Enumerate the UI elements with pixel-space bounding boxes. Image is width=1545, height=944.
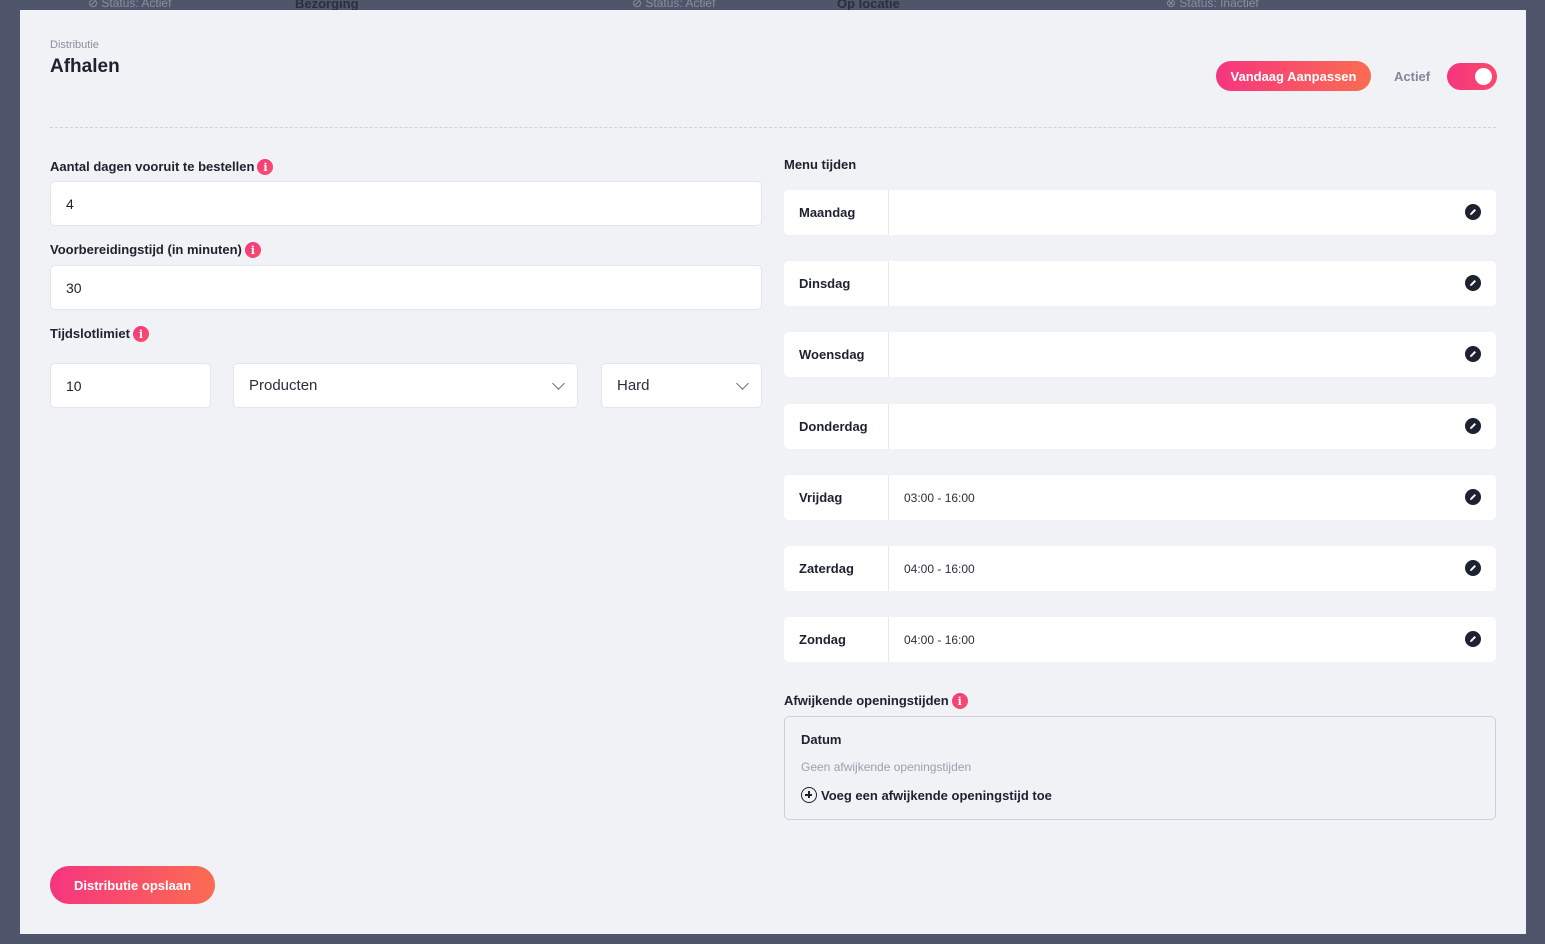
chevron-down-icon (736, 377, 749, 390)
day-name: Dinsdag (799, 276, 851, 291)
prep-time-label: Voorbereidingstijd (in minuten) i (50, 240, 261, 258)
day-separator (888, 546, 889, 591)
pencil-edit-icon[interactable] (1465, 489, 1481, 505)
pencil-edit-icon[interactable] (1465, 346, 1481, 362)
save-distribution-button[interactable]: Distributie opslaan (50, 866, 215, 904)
day-row-woensdag: Woensdag (784, 332, 1496, 377)
pencil-edit-icon[interactable] (1465, 204, 1481, 220)
chevron-down-icon (552, 377, 565, 390)
day-name: Vrijdag (799, 490, 843, 505)
bg-status-1: ⊘ Status: Actief (88, 0, 172, 10)
day-separator (888, 261, 889, 306)
pencil-edit-icon[interactable] (1465, 631, 1481, 647)
exceptions-title: Afwijkende openingstijden i (784, 691, 968, 709)
bg-title-op-locatie: Op locatie (837, 0, 900, 10)
day-separator (888, 475, 889, 520)
bg-title-bezorging: Bezorging (295, 0, 359, 10)
days-ahead-label-text: Aantal dagen vooruit te bestellen (50, 158, 255, 174)
pencil-edit-icon[interactable] (1465, 418, 1481, 434)
exceptions-empty-text: Geen afwijkende openingstijden (801, 760, 972, 774)
day-row-maandag: Maandag (784, 190, 1496, 235)
timeslot-limit-input[interactable]: 10 (50, 363, 211, 408)
day-name: Maandag (799, 205, 856, 220)
info-icon[interactable]: i (257, 159, 274, 175)
info-icon[interactable]: i (132, 326, 149, 342)
day-separator (888, 332, 889, 377)
distribution-panel: Distributie Afhalen Vandaag Aanpassen Ac… (20, 10, 1526, 934)
day-time: 04:00 - 16:00 (904, 633, 975, 647)
day-row-dinsdag: Dinsdag (784, 261, 1496, 306)
breadcrumb: Distributie (50, 39, 99, 51)
header-divider (50, 127, 1496, 128)
day-separator (888, 404, 889, 449)
timeslot-mode-select[interactable]: Hard (601, 363, 762, 408)
plus-circle-icon (801, 787, 817, 803)
timeslot-limit-label-text: Tijdslotlimiet (50, 325, 130, 341)
day-row-zondag: Zondag 04:00 - 16:00 (784, 617, 1496, 662)
exceptions-title-text: Afwijkende openingstijden (784, 692, 949, 708)
prep-time-label-text: Voorbereidingstijd (in minuten) (50, 241, 242, 257)
page-title: Afhalen (50, 56, 120, 77)
add-exception-button[interactable]: Voeg een afwijkende openingstijd toe (801, 787, 1052, 803)
menu-times-title: Menu tijden (784, 157, 857, 172)
today-adjust-button[interactable]: Vandaag Aanpassen (1216, 61, 1371, 91)
day-name: Woensdag (799, 347, 865, 362)
timeslot-unit-select[interactable]: Producten (233, 363, 578, 408)
day-time: 03:00 - 16:00 (904, 491, 975, 505)
exceptions-column-header: Datum (801, 732, 842, 747)
exceptions-box: Datum Geen afwijkende openingstijden Voe… (784, 716, 1496, 820)
pencil-edit-icon[interactable] (1465, 560, 1481, 576)
timeslot-unit-value: Producten (249, 377, 318, 394)
day-name: Zondag (799, 632, 846, 647)
day-row-zaterdag: Zaterdag 04:00 - 16:00 (784, 546, 1496, 591)
day-separator (888, 617, 889, 662)
active-label: Actief (1394, 69, 1431, 84)
day-name: Zaterdag (799, 561, 854, 576)
info-icon[interactable]: i (951, 693, 968, 709)
day-separator (888, 190, 889, 235)
toggle-knob (1475, 68, 1492, 85)
day-time: 04:00 - 16:00 (904, 562, 975, 576)
add-exception-label: Voeg een afwijkende openingstijd toe (821, 787, 1052, 803)
info-icon[interactable]: i (244, 242, 261, 258)
prep-time-input[interactable]: 30 (50, 265, 762, 310)
day-row-donderdag: Donderdag (784, 404, 1496, 449)
day-name: Donderdag (799, 419, 868, 434)
background-page-strip: ⊘ Status: Actief Bezorging ⊘ Status: Act… (0, 0, 1545, 10)
days-ahead-label: Aantal dagen vooruit te bestellen i (50, 157, 274, 175)
timeslot-mode-value: Hard (617, 377, 650, 394)
bg-status-3: ⊗ Status: Inactief (1166, 0, 1259, 10)
bg-status-2: ⊘ Status: Actief (632, 0, 716, 10)
timeslot-limit-label: Tijdslotlimiet i (50, 324, 149, 342)
day-row-vrijdag: Vrijdag 03:00 - 16:00 (784, 475, 1496, 520)
days-ahead-input[interactable]: 4 (50, 181, 762, 226)
active-toggle[interactable] (1447, 63, 1497, 90)
pencil-edit-icon[interactable] (1465, 275, 1481, 291)
